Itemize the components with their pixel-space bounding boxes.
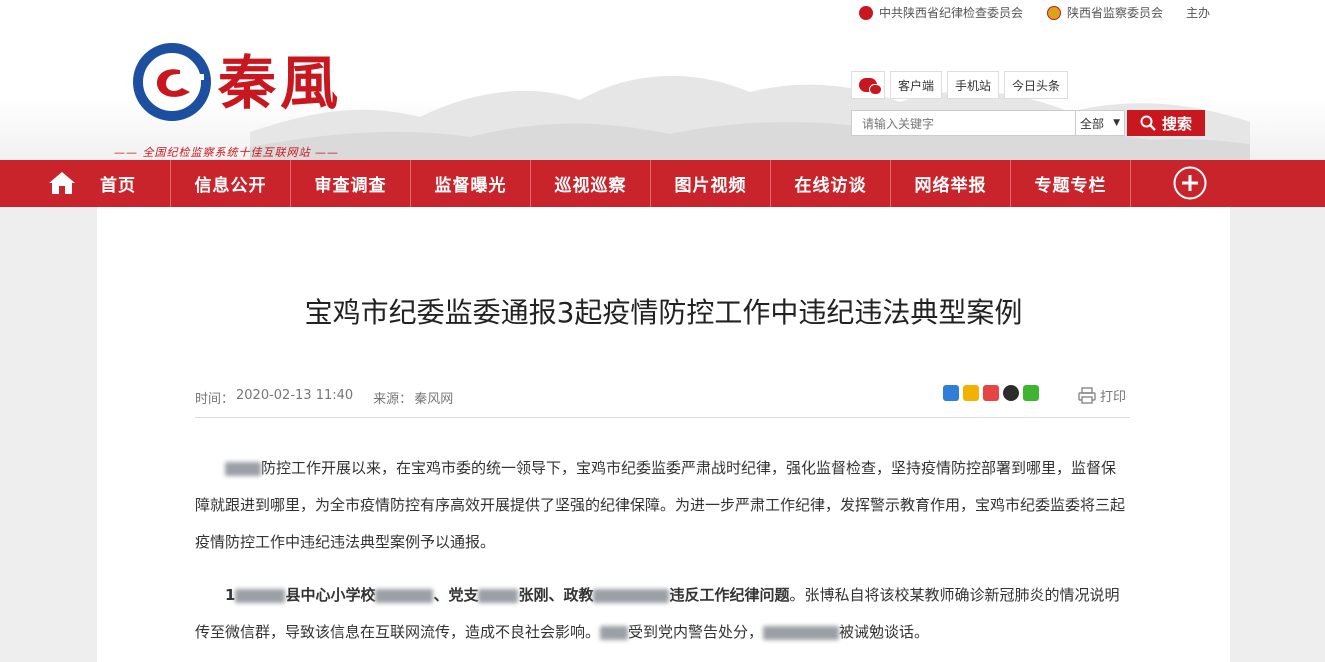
- topbar-host-label: 主办: [1186, 6, 1211, 20]
- case-heading-b: 县中心小学校: [285, 586, 376, 604]
- topbar-link-label: 中共陕西省纪律检查委员会: [879, 6, 1024, 20]
- search-input[interactable]: 请输入关键字: [851, 110, 1075, 136]
- case-body-c: 被诫勉谈话。: [839, 623, 930, 641]
- article-meta: 时间： 2020-02-13 11:40 来源： 秦风网: [195, 388, 453, 407]
- qzone-icon[interactable]: [963, 385, 979, 401]
- redacted-text: [600, 625, 629, 640]
- case-heading-d: 张刚、政教: [518, 586, 594, 604]
- redacted-text: [478, 588, 519, 603]
- mobile-site-link[interactable]: 手机站: [947, 71, 1000, 99]
- search-scope-value: 全部: [1080, 116, 1105, 131]
- logo-mark-icon: [133, 43, 211, 121]
- search-icon: [1140, 115, 1156, 131]
- nav-item-media[interactable]: 图片视频: [651, 160, 770, 207]
- article-panel: 宝鸡市纪委监委通报3起疫情防控工作中违纪违法典型案例 时间： 2020-02-1…: [97, 207, 1230, 662]
- national-emblem-icon: [1047, 5, 1061, 20]
- topbar-link-discipline[interactable]: 中共陕西省纪律检查委员会: [859, 4, 1023, 21]
- case-heading-e: 违反工作纪律问题: [669, 586, 790, 604]
- printer-icon: [1078, 387, 1096, 404]
- source-label: 来源：: [373, 392, 413, 407]
- search-button[interactable]: 搜索: [1127, 110, 1205, 136]
- qq-icon[interactable]: [1003, 385, 1019, 401]
- paragraph-text: 防控工作开展以来，在宝鸡市委的统一领导下，宝鸡市纪委监委严肃战时纪律，强化监督检…: [195, 459, 1126, 551]
- home-icon[interactable]: [48, 170, 76, 196]
- redacted-text: [375, 588, 434, 603]
- redacted-text: [593, 588, 670, 603]
- quick-links: 客户端 手机站 今日头条: [851, 71, 1069, 99]
- nav-item-info[interactable]: 信息公开: [171, 160, 290, 207]
- article-paragraph: 防控工作开展以来，在宝鸡市委的统一领导下，宝鸡市纪委监委严肃战时纪律，强化监督检…: [195, 450, 1130, 561]
- wechat-button[interactable]: [851, 71, 885, 99]
- main-nav: 首页 信息公开 审查调查 监督曝光 巡视巡察 图片视频 在线访谈 网络举报 专题…: [0, 160, 1325, 207]
- article-paragraph: 1 县中心小学校 、党支 张刚、政教 违反工作纪律问题。张博私自将该校某教师确诊新冠肺炎…: [195, 577, 1130, 651]
- nav-item-topics[interactable]: 专题专栏: [1011, 160, 1130, 207]
- case-heading-c: 、党支: [433, 586, 479, 604]
- search-scope-select[interactable]: 全部 ▼: [1075, 110, 1125, 136]
- nav-item-inspection[interactable]: 巡视巡察: [531, 160, 650, 207]
- toutiao-link[interactable]: 今日头条: [1004, 71, 1069, 99]
- nav-separator: [1130, 160, 1131, 207]
- topbar-link-supervision[interactable]: 陕西省监察委员会: [1047, 4, 1163, 21]
- nav-item-home[interactable]: 首页: [84, 160, 152, 207]
- print-button[interactable]: 打印: [1078, 386, 1126, 405]
- publish-time: 时间： 2020-02-13 11:40: [195, 388, 353, 407]
- wechat-icon: [859, 78, 882, 95]
- nav-item-interview[interactable]: 在线访谈: [771, 160, 890, 207]
- dropdown-arrow-icon: ▼: [1113, 118, 1120, 128]
- time-value: 2020-02-13 11:40: [236, 388, 354, 403]
- wechat-share-icon[interactable]: [1023, 385, 1039, 401]
- nav-item-report[interactable]: 网络举报: [891, 160, 1010, 207]
- plus-circle-icon[interactable]: [1173, 166, 1207, 200]
- client-app-link[interactable]: 客户端: [890, 71, 943, 99]
- share-more-icon[interactable]: [943, 385, 959, 401]
- header: 秦風 —— 全国纪检监察系统十佳互联网站 —— 客户端 手机站 今日头条 请输入…: [0, 22, 1325, 160]
- top-bar: 中共陕西省纪律检查委员会 陕西省监察委员会 主办: [0, 0, 1325, 22]
- topbar-host: 主办: [1186, 4, 1210, 21]
- search-button-label: 搜索: [1161, 114, 1192, 133]
- article-source: 来源： 秦风网: [373, 388, 453, 407]
- site-logo[interactable]: 秦風 —— 全国纪检监察系统十佳互联网站 ——: [114, 36, 392, 159]
- meta-divider: [195, 417, 1130, 418]
- case-body-b: 受到党内警告处分，: [628, 623, 764, 641]
- topbar-link-label: 陕西省监察委员会: [1067, 6, 1164, 20]
- party-emblem-icon: [859, 5, 873, 20]
- weibo-icon[interactable]: [983, 385, 999, 401]
- redacted-text: [235, 588, 286, 603]
- redacted-text: [763, 625, 840, 640]
- print-label: 打印: [1100, 390, 1127, 405]
- share-bar: [943, 385, 1039, 401]
- case-heading-a: 1: [225, 586, 236, 604]
- logo-wordmark: 秦風: [218, 49, 343, 117]
- redacted-text: [225, 461, 261, 476]
- nav-item-exposure[interactable]: 监督曝光: [411, 160, 530, 207]
- source-value: 秦风网: [414, 392, 454, 407]
- search-bar: 请输入关键字 全部 ▼ 搜索: [851, 110, 1205, 136]
- logo-tagline: —— 全国纪检监察系统十佳互联网站 ——: [114, 146, 339, 159]
- article-title: 宝鸡市纪委监委通报3起疫情防控工作中违纪违法典型案例: [304, 296, 1023, 329]
- nav-item-investigation[interactable]: 审查调查: [291, 160, 410, 207]
- time-label: 时间：: [195, 392, 235, 407]
